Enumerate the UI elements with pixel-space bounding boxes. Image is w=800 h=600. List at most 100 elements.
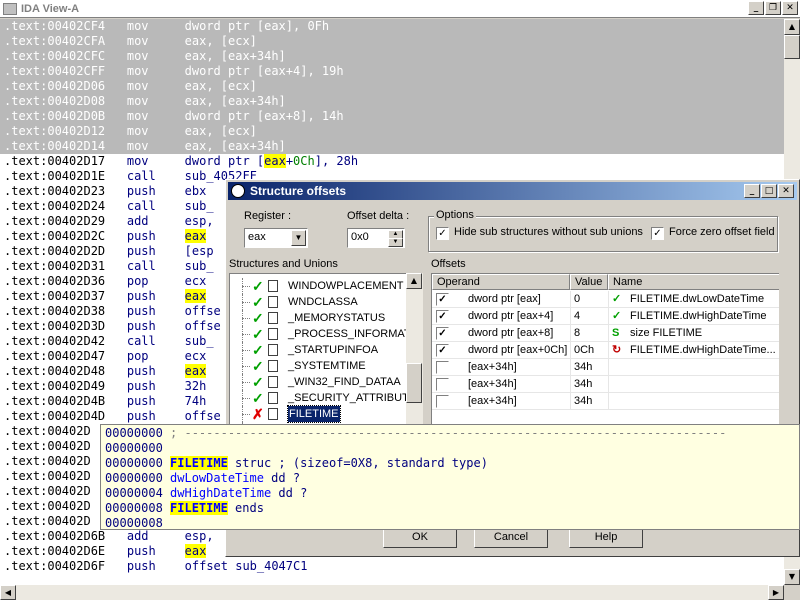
force-zero-checkbox[interactable]: ✓ [651, 227, 664, 240]
struct-item[interactable]: ✓ WINDOWPLACEMENT [230, 278, 410, 294]
listing-line[interactable]: .text:00402CFA mov eax, [ecx] [0, 34, 784, 49]
offset-row-checkbox[interactable] [436, 395, 449, 408]
listing-line[interactable]: .text:00402D06 mov eax, [ecx] [0, 79, 784, 94]
listing-address: .text:00402D [4, 514, 91, 528]
listing-address: .text:00402D [4, 454, 91, 468]
checkmark-icon: ✓ [252, 342, 264, 358]
dialog-close-button[interactable]: ✕ [778, 184, 794, 198]
offset-row-checkbox[interactable]: ✓ [436, 310, 449, 323]
offset-row[interactable]: [eax+34h] 34h [432, 393, 779, 410]
col-value[interactable]: Value [570, 274, 608, 290]
listing-operand: offse [184, 304, 221, 318]
offset-name [630, 393, 778, 410]
restore-button[interactable]: ❐ [765, 1, 781, 15]
listing-line[interactable]: .text:00402CFC mov eax, [eax+34h] [0, 49, 784, 64]
struct-item[interactable]: ✗ FILETIME [230, 405, 410, 423]
offset-delta-value: 0x0 [351, 231, 369, 243]
offset-name [630, 376, 778, 393]
offset-row-checkbox[interactable]: ✓ [436, 327, 449, 340]
listing-line[interactable]: .text:00402D17 mov dword ptr [eax+0Ch], … [0, 154, 784, 169]
listing-operand: offse [184, 319, 221, 333]
structures-list[interactable]: ✓ WINDOWPLACEMENT ✓ WNDCLASSA ✓ _MEMORYSTATUS… [229, 273, 423, 427]
struct-name: _WIN32_FIND_DATAA [288, 376, 401, 388]
listing-line[interactable]: .text:00402D0B mov dword ptr [eax+8], 14… [0, 109, 784, 124]
hint-offset: 00000004 [105, 486, 163, 500]
struct-item[interactable]: ✓ _SYSTEMTIME [230, 358, 410, 374]
dialog-titlebar[interactable]: Structure offsets _ □ ✕ [228, 182, 797, 200]
struct-name: FILETIME [287, 405, 341, 423]
column-separator [570, 359, 571, 376]
listing-line[interactable]: .text:00402D08 mov eax, [eax+34h] [0, 94, 784, 109]
structures-scrollbar[interactable]: ▲ [406, 273, 423, 427]
column-separator [608, 393, 609, 410]
offset-row[interactable]: [eax+34h] 34h [432, 359, 779, 376]
col-name[interactable]: Name [608, 274, 779, 290]
listing-mnemonic: mov [126, 79, 185, 93]
offset-row-checkbox[interactable] [436, 378, 449, 391]
listing-mnemonic: mov [126, 154, 185, 168]
listing-line[interactable]: .text:00402CFF mov dword ptr [eax+4], 19… [0, 64, 784, 79]
listing-mnemonic: mov [126, 34, 185, 48]
scroll-right-icon[interactable]: ▶ [768, 585, 784, 600]
dialog-minimize-button[interactable]: _ [744, 184, 760, 198]
listing-line[interactable]: .text:00402D14 mov eax, [eax+34h] [0, 139, 784, 154]
listing-mnemonic: push [126, 409, 185, 423]
offset-row[interactable]: [eax+34h] 34h [432, 376, 779, 393]
highlighted-register: eax [184, 229, 207, 243]
offset-row-checkbox[interactable] [436, 361, 449, 374]
col-operand[interactable]: Operand [432, 274, 570, 290]
listing-line[interactable]: .text:00402D12 mov eax, [ecx] [0, 124, 784, 139]
structure-doc-icon [268, 408, 278, 420]
offset-delta-spinner[interactable]: 0x0 ▲ ▼ [347, 228, 405, 248]
listing-address: .text:00402D [4, 424, 91, 438]
spin-down-icon[interactable]: ▼ [388, 238, 403, 247]
hide-sub-checkbox[interactable]: ✓ [436, 227, 449, 240]
offset-row[interactable]: ✓ dword ptr [eax+4] 4 ✓ FILETIME.dwHighDateT… [432, 308, 779, 325]
listing-operand: dword ptr [eax+0Ch], 28h [184, 154, 359, 168]
column-separator [570, 342, 571, 359]
tree-branch [242, 382, 250, 383]
scroll-thumb[interactable] [784, 35, 800, 59]
structs-scroll-thumb[interactable] [406, 363, 422, 403]
offset-row[interactable]: ✓ dword ptr [eax] 0 ✓ FILETIME.dwLowDateTime [432, 291, 779, 308]
offsets-table[interactable]: Operand Value Name ✓ dword ptr [eax] 0 ✓ FIL… [431, 273, 779, 427]
offset-row[interactable]: ✓ dword ptr [eax+8] 8 Ssize FILETIME [432, 325, 779, 342]
listing-operand: sub_ [184, 199, 214, 213]
listing-mnemonic: call [126, 169, 185, 183]
horizontal-scrollbar[interactable]: ◀ ▶ [0, 585, 784, 600]
register-select[interactable]: eax ▼ [244, 228, 308, 248]
offset-operand: [eax+34h] [468, 361, 517, 373]
column-separator [570, 291, 571, 308]
scroll-up-icon[interactable]: ▲ [784, 19, 800, 35]
offset-row-checkbox[interactable]: ✓ [436, 344, 449, 357]
ida-view-titlebar[interactable]: IDA View-A _ ❐ ✕ [0, 0, 800, 18]
struct-item[interactable]: ✓ _PROCESS_INFORMAT [230, 326, 411, 342]
structs-scroll-up-icon[interactable]: ▲ [406, 273, 422, 289]
offset-row-checkbox[interactable]: ✓ [436, 293, 449, 306]
minimize-button[interactable]: _ [748, 1, 764, 15]
listing-operand: eax, [ecx] [184, 79, 257, 93]
struct-item[interactable]: ✓ _WIN32_FIND_DATAA [230, 374, 410, 390]
listing-line[interactable]: .text:00402D6F push offset sub_4047C1 [0, 559, 784, 574]
tree-branch [242, 414, 250, 415]
listing-address: .text:00402D1E [4, 169, 106, 183]
struct-item[interactable]: ✓ _STARTUPINFOA [230, 342, 410, 358]
listing-line[interactable]: .text:00402CF4 mov dword ptr [eax], 0Fh [0, 19, 784, 34]
listing-address: .text:00402D23 [4, 184, 106, 198]
options-group: Options ✓ Hide sub structures without su… [428, 209, 778, 252]
options-title: Options [434, 209, 476, 221]
register-label: Register : [244, 210, 292, 222]
scroll-left-icon[interactable]: ◀ [0, 585, 16, 600]
scroll-down-icon[interactable]: ▼ [784, 569, 800, 585]
chevron-down-icon[interactable]: ▼ [291, 230, 306, 246]
listing-address: .text:00402CFF [4, 64, 106, 78]
struct-item[interactable]: ✓ _SECURITY_ATTRIBUT [230, 390, 410, 406]
dialog-maximize-button[interactable]: □ [761, 184, 777, 198]
offset-value: 34h [574, 395, 593, 407]
struct-item[interactable]: ✓ WNDCLASSA [230, 294, 410, 310]
structure-doc-icon [268, 392, 278, 404]
close-button[interactable]: ✕ [782, 1, 798, 15]
listing-address: .text:00402D49 [4, 379, 106, 393]
offset-row[interactable]: ✓ dword ptr [eax+0Ch] 0Ch ↻ FILETIME.dwHighD… [432, 342, 779, 359]
struct-item[interactable]: ✓ _MEMORYSTATUS [230, 310, 410, 326]
